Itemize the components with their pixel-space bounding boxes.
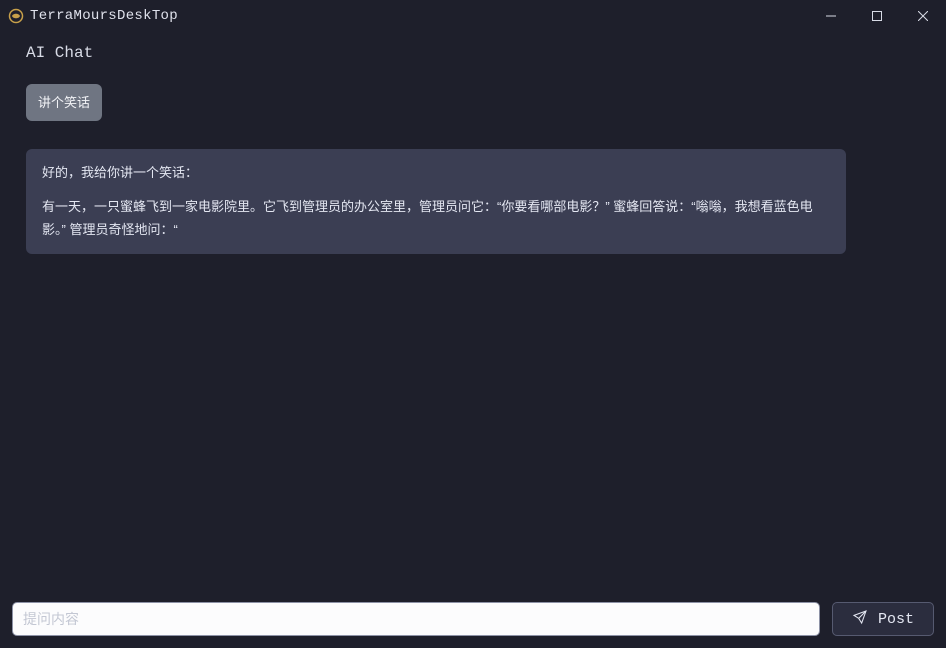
post-button[interactable]: Post — [832, 602, 934, 636]
chat-window: 讲个笑话 好的，我给你讲一个笑话： 有一天，一只蜜蜂飞到一家电影院里。它飞到管理… — [0, 72, 946, 602]
message-row-ai: 好的，我给你讲一个笑话： 有一天，一只蜜蜂飞到一家电影院里。它飞到管理员的办公室… — [26, 149, 920, 253]
prompt-input[interactable] — [12, 602, 820, 636]
titlebar-left: TerraMoursDeskTop — [8, 8, 178, 24]
minimize-button[interactable] — [808, 0, 854, 32]
ai-message-intro: 好的，我给你讲一个笑话： — [42, 161, 830, 184]
page-title: AI Chat — [0, 32, 946, 72]
user-message-bubble: 讲个笑话 — [26, 84, 102, 121]
ai-message-bubble: 好的，我给你讲一个笑话： 有一天，一只蜜蜂飞到一家电影院里。它飞到管理员的办公室… — [26, 149, 846, 253]
close-button[interactable] — [900, 0, 946, 32]
app-icon — [8, 8, 24, 24]
titlebar: TerraMoursDeskTop — [0, 0, 946, 32]
maximize-button[interactable] — [854, 0, 900, 32]
send-icon — [852, 609, 868, 630]
message-row-user: 讲个笑话 — [26, 84, 920, 121]
compose-bar: Post — [0, 602, 946, 648]
app-title: TerraMoursDeskTop — [30, 8, 178, 24]
ai-message-body: 有一天，一只蜜蜂飞到一家电影院里。它飞到管理员的办公室里，管理员问它：“你要看哪… — [42, 195, 830, 242]
window-controls — [808, 0, 946, 32]
post-button-label: Post — [878, 611, 914, 628]
